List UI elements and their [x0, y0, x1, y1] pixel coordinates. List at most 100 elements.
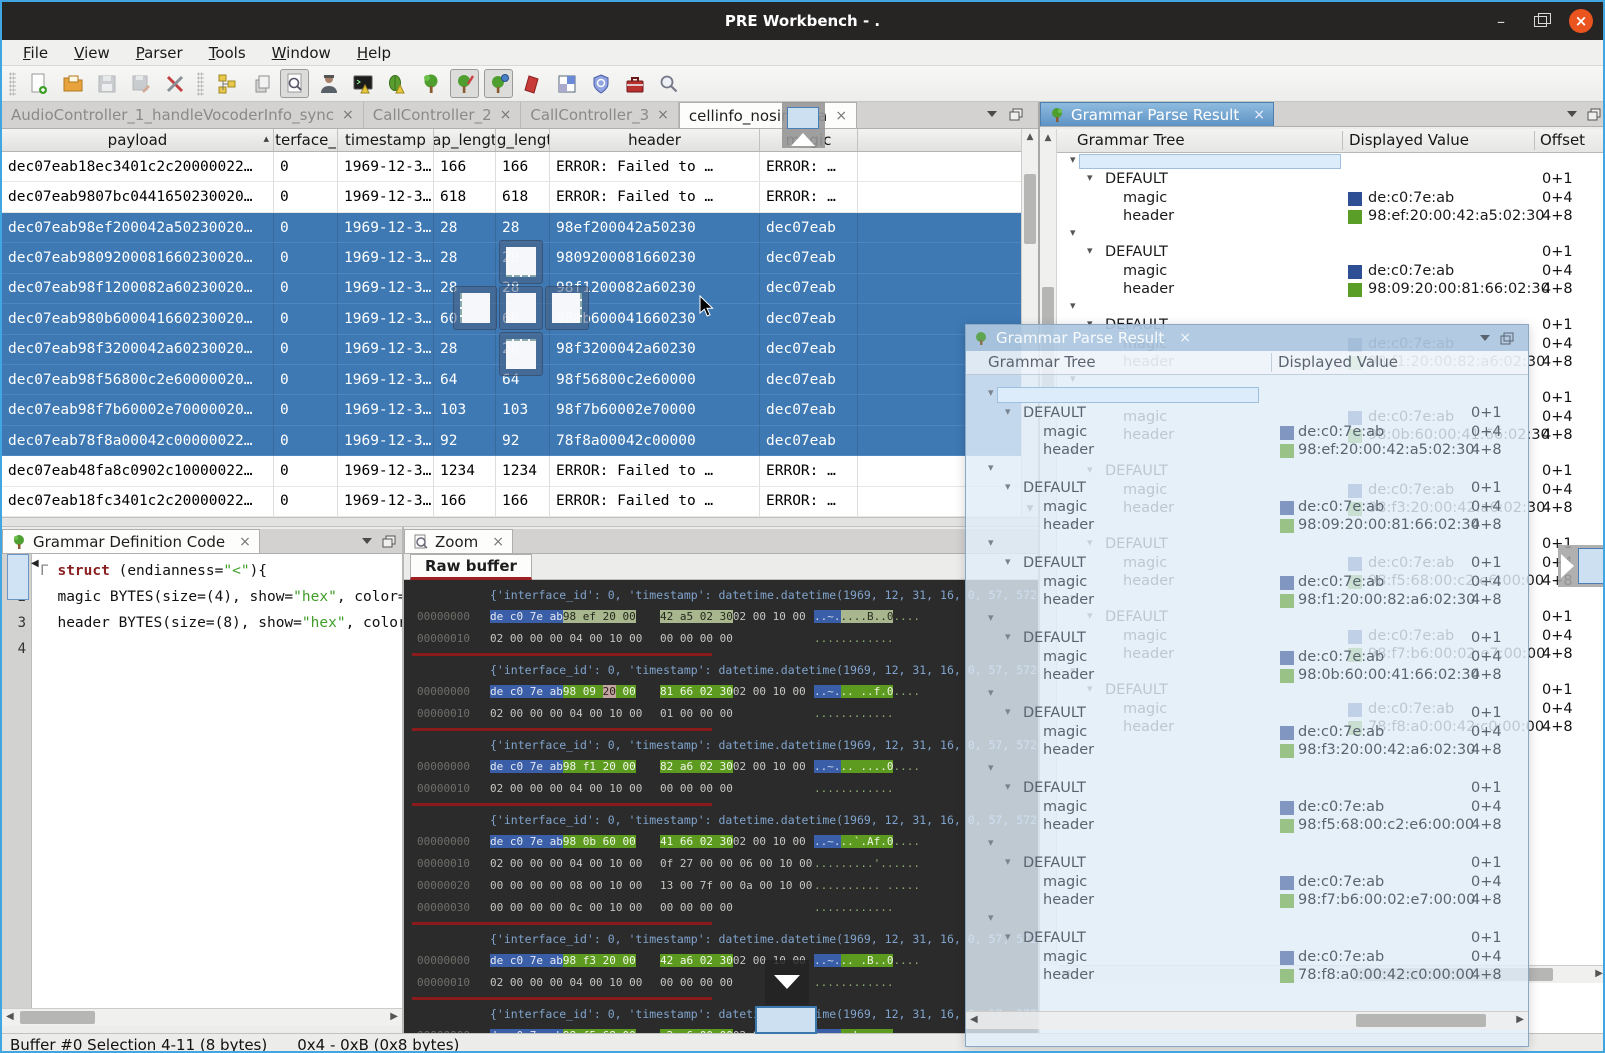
floating-tree-row[interactable]: header98:f3:20:00:42:a6:02:304+8 — [966, 742, 1528, 761]
floating-tree-row[interactable]: ▾DEFAULT0+1 — [966, 930, 1528, 949]
docked-tree-row[interactable]: magicde:c0:7e:ab0+4 — [1058, 263, 1605, 281]
floating-window-title-bar[interactable]: Grammar Parse Result × — [966, 325, 1528, 351]
hex-line[interactable]: 00000000de c0 7e ab98 0b 60 0041 66 02 3… — [404, 831, 1038, 853]
new-file-icon[interactable] — [24, 69, 53, 98]
close-icon[interactable]: × — [835, 108, 847, 124]
tab-cellinfo-nosim-pca[interactable]: cellinfo_nosim.pca× — [679, 102, 857, 128]
user-agent-icon[interactable] — [314, 69, 343, 98]
tab-list-dropdown-icon[interactable] — [987, 111, 997, 122]
project-hierarchy-icon[interactable] — [212, 69, 241, 98]
horizontal-splitter[interactable] — [2, 517, 1038, 527]
hex-line[interactable]: 0000001002 00 00 00 04 00 10 0000 00 00 … — [404, 628, 1038, 650]
menu-view[interactable]: View — [63, 42, 121, 64]
dock-top-indicator-icon[interactable] — [499, 240, 543, 284]
floating-tree-row[interactable]: magicde:c0:7e:ab0+4 — [966, 799, 1528, 818]
minimize-button[interactable]: – — [1490, 12, 1512, 31]
dock-center-indicator-icon[interactable] — [499, 286, 543, 330]
tab-callcontroller-2[interactable]: CallController_2× — [364, 102, 522, 128]
float-panel-icon[interactable] — [1500, 332, 1514, 345]
bookmark-icon[interactable] — [518, 69, 547, 98]
floating-tree-row[interactable]: header98:f1:20:00:82:a6:02:304+8 — [966, 592, 1528, 611]
dock-bottom-indicator-icon[interactable] — [499, 332, 543, 376]
dock-as-tab-indicator-icon[interactable] — [782, 102, 825, 148]
close-icon[interactable]: × — [239, 534, 251, 550]
column-offset[interactable]: Offset — [1540, 131, 1604, 149]
maximize-button[interactable] — [1534, 16, 1547, 27]
window-list-icon[interactable] — [246, 69, 275, 98]
floating-scrollbar-thumb[interactable] — [1356, 1014, 1486, 1027]
hex-line[interactable]: 0000001002 00 00 00 04 00 10 0000 00 00 … — [404, 972, 1038, 994]
table-row[interactable]: dec07eab98ef200042a50230020…01969-12-3…2… — [2, 213, 1021, 243]
console-warning-icon[interactable] — [348, 69, 377, 98]
tab-zoom[interactable]: Zoom × — [404, 529, 513, 553]
close-icon[interactable]: × — [1253, 107, 1265, 123]
hex-line[interactable]: 00000000de c0 7e ab98 f5 68 00c2 e6 00 0… — [404, 1025, 1038, 1033]
hex-line[interactable]: 00000000de c0 7e ab98 f1 20 0082 a6 02 3… — [404, 756, 1038, 778]
code-scrollbar-thumb[interactable] — [20, 1011, 95, 1024]
menu-help[interactable]: Help — [346, 42, 402, 64]
hex-line[interactable]: 0000001002 00 00 00 04 00 10 000f 27 00 … — [404, 853, 1038, 875]
settings-tools-icon[interactable] — [160, 69, 189, 98]
code-horizontal-scrollbar[interactable]: ◀ ▶ — [2, 1008, 402, 1026]
floating-tree-row[interactable]: ▾DEFAULT0+1 — [966, 555, 1528, 574]
floating-tree-row[interactable]: header98:0b:60:00:41:66:02:304+8 — [966, 667, 1528, 686]
floating-tree-row[interactable]: ▾ — [966, 911, 1528, 930]
floating-tree-row[interactable]: ▾ — [966, 386, 1528, 405]
debug-bug-icon[interactable] — [382, 69, 411, 98]
floating-tree-row[interactable]: ▾DEFAULT0+1 — [966, 630, 1528, 649]
scroll-left-icon[interactable]: ◀ — [970, 1014, 978, 1025]
floating-tree-row[interactable]: ▾ — [966, 761, 1528, 780]
floating-tree-row[interactable]: magicde:c0:7e:ab0+4 — [966, 724, 1528, 743]
column-header-aplengt[interactable]: ap_lengt — [434, 129, 496, 151]
column-grammar-tree[interactable]: Grammar Tree — [988, 353, 1096, 371]
close-icon[interactable]: × — [492, 534, 504, 550]
scroll-up-icon[interactable]: ▲ — [1022, 132, 1038, 142]
collapse-left-icon[interactable]: ◀ — [31, 558, 39, 569]
hex-line[interactable]: 00000000de c0 7e ab98 09 20 0081 66 02 3… — [404, 681, 1038, 703]
menu-parser[interactable]: Parser — [125, 42, 194, 64]
close-window-button[interactable]: × — [1569, 9, 1593, 33]
tab-callcontroller-3[interactable]: CallController_3× — [521, 102, 679, 128]
code-editor[interactable]: 1234 Γ struct (endianness="<"){ magic BY… — [2, 554, 402, 1008]
table-row[interactable]: dec07eab78f8a00042c00000022…01969-12-3…9… — [2, 426, 1021, 456]
floating-tree-row[interactable]: ▾DEFAULT0+1 — [966, 705, 1528, 724]
panel-menu-dropdown-icon[interactable] — [362, 538, 372, 549]
floating-tree-row[interactable]: ▾ — [966, 461, 1528, 480]
floating-tree-row[interactable]: header98:f7:b6:00:02:e7:00:004+8 — [966, 892, 1528, 911]
column-header-iglengt[interactable]: ig_lengt — [496, 129, 550, 151]
table-row[interactable]: dec07eab9807bc0441650230020…01969-12-3…6… — [2, 182, 1021, 212]
column-grammar-tree[interactable]: Grammar Tree — [1077, 131, 1185, 149]
table-row[interactable]: dec07eab18fc3401c2c20000022…01969-12-3…1… — [2, 487, 1021, 517]
menu-window[interactable]: Window — [261, 42, 342, 64]
data-table-icon[interactable] — [552, 69, 581, 98]
docked-tree-row[interactable]: ▾ — [1058, 299, 1605, 317]
dock-left-indicator-icon[interactable] — [453, 286, 497, 330]
floating-tree-row[interactable]: magicde:c0:7e:ab0+4 — [966, 424, 1528, 443]
docked-tree-row[interactable]: ▾DEFAULT0+1 — [1058, 244, 1605, 262]
column-header-payload[interactable]: payload▴ — [2, 129, 274, 151]
scroll-left-icon[interactable]: ◀ — [6, 1011, 14, 1022]
hex-line[interactable]: 0000002000 00 00 00 08 00 10 0013 00 7f … — [404, 875, 1038, 897]
floating-tree-row[interactable]: ▾ — [966, 611, 1528, 630]
docked-tree-row[interactable]: magicde:c0:7e:ab0+4 — [1058, 190, 1605, 208]
save-icon[interactable] — [92, 69, 121, 98]
inspect-shield-icon[interactable] — [586, 69, 615, 98]
file-preview-icon[interactable] — [280, 69, 309, 98]
tab-raw-buffer[interactable]: Raw buffer — [410, 554, 532, 580]
scroll-right-icon[interactable]: ▶ — [390, 1011, 398, 1022]
menu-file[interactable]: File — [12, 42, 59, 64]
open-folder-icon[interactable] — [58, 69, 87, 98]
floating-tree-row[interactable]: ▾DEFAULT0+1 — [966, 780, 1528, 799]
close-icon[interactable]: × — [1179, 330, 1191, 346]
search-icon[interactable] — [654, 69, 683, 98]
floating-tree-row[interactable]: header98:09:20:00:81:66:02:304+8 — [966, 517, 1528, 536]
grammar-edit-icon[interactable] — [450, 69, 479, 98]
panel-menu-dropdown-icon[interactable] — [1480, 335, 1490, 346]
floating-tree-row[interactable]: magicde:c0:7e:ab0+4 — [966, 649, 1528, 668]
floating-tree-row[interactable]: magicde:c0:7e:ab0+4 — [966, 874, 1528, 893]
panel-menu-dropdown-icon[interactable] — [1567, 111, 1577, 122]
floating-horizontal-scrollbar[interactable]: ◀ ▶ — [966, 1011, 1528, 1029]
dock-bottom-edge-indicator-icon[interactable] — [765, 960, 809, 1005]
hex-line[interactable]: 00000000de c0 7e ab98 ef 20 0042 a5 02 3… — [404, 606, 1038, 628]
hex-line[interactable]: 0000003000 00 00 00 0c 00 10 0000 00 00 … — [404, 897, 1038, 919]
